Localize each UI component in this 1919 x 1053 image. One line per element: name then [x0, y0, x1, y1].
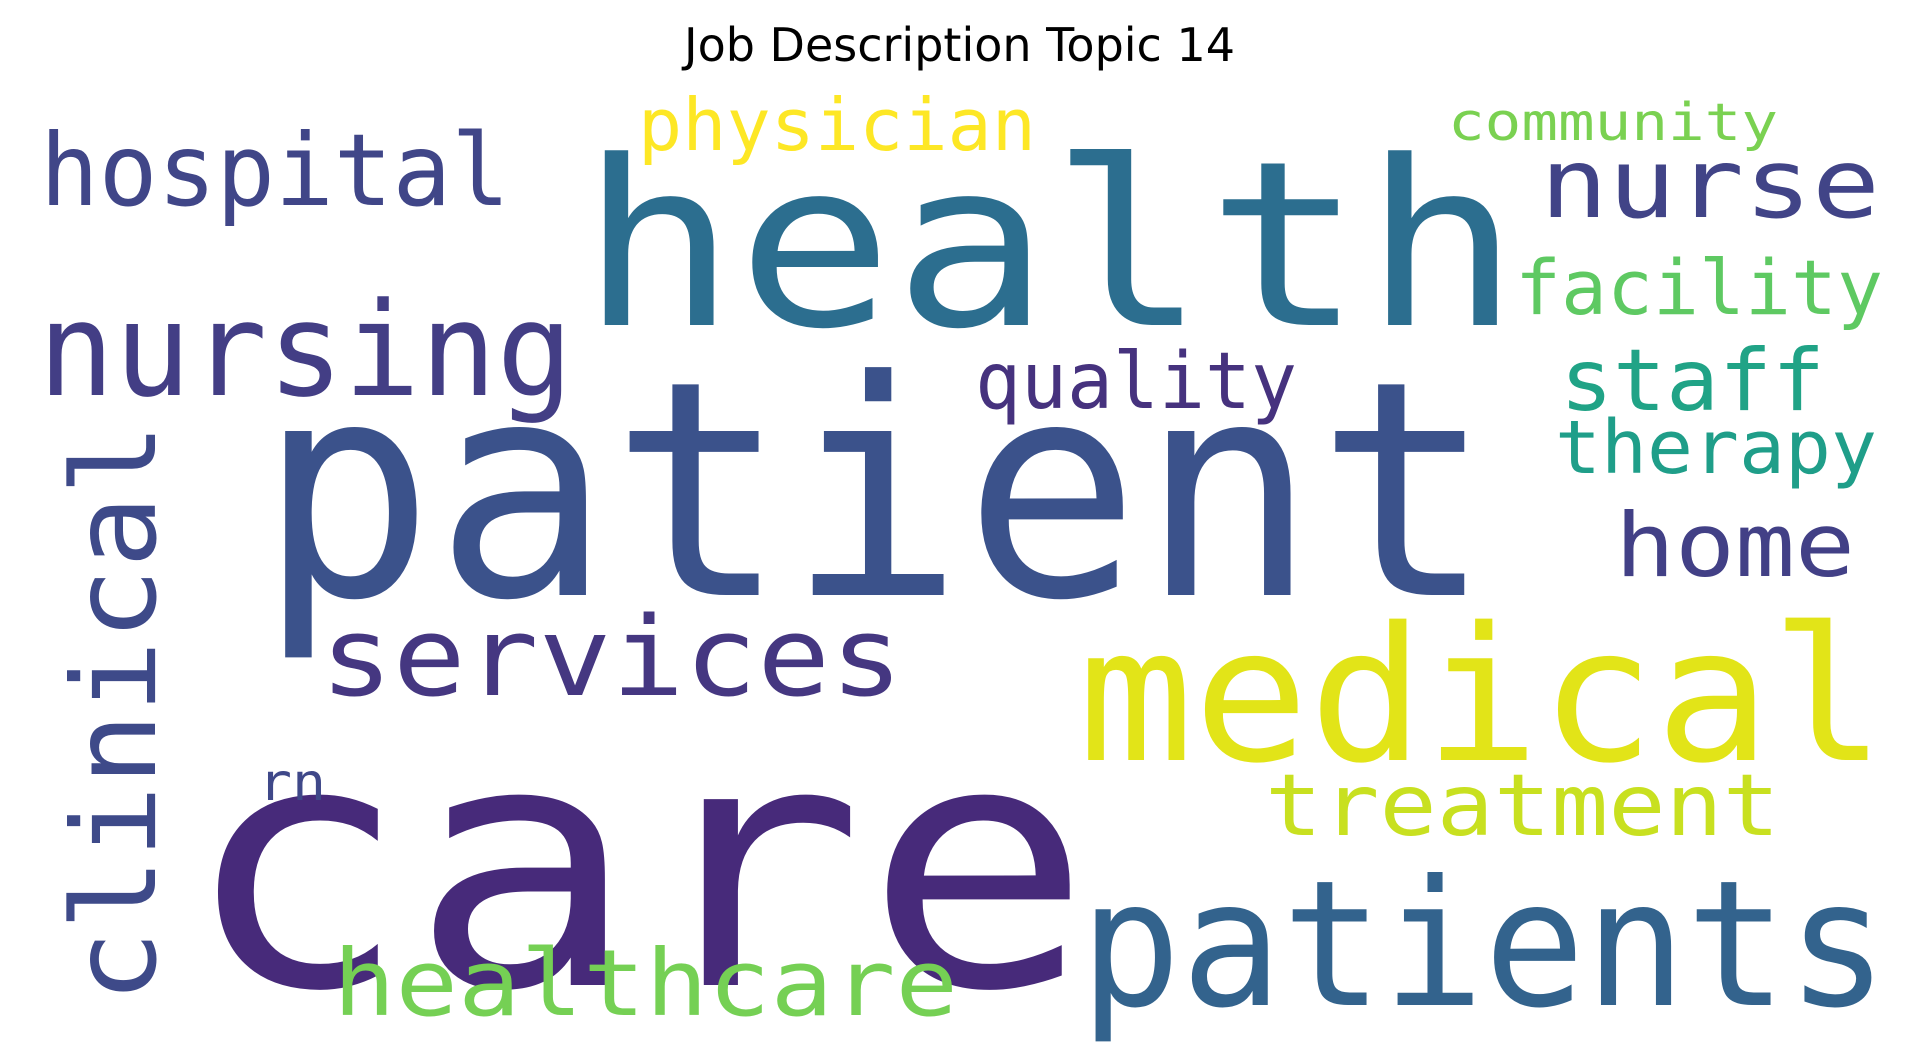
word-nursing: nursing	[38, 274, 573, 426]
word-physician: physician	[638, 83, 1036, 167]
word-hospital: hospital	[40, 112, 510, 229]
word-home: home	[1615, 494, 1855, 597]
word-services: services	[320, 593, 903, 721]
word-quality: quality	[975, 337, 1297, 427]
word-therapy: therapy	[1555, 405, 1877, 491]
word-treatment: treatment	[1265, 756, 1780, 856]
word-rn: rn	[258, 753, 326, 813]
word-community: community	[1448, 93, 1778, 153]
word-clinical: clinical	[48, 423, 183, 1003]
word-patients: patients	[1080, 844, 1888, 1047]
word-healthcare: healthcare	[333, 930, 958, 1037]
word-cloud: care patient health medical patients nur…	[38, 83, 1888, 1053]
word-cloud-figure: { "title": "Job Description Topic 14", "…	[0, 0, 1919, 1053]
word-facility: facility	[1515, 243, 1883, 332]
